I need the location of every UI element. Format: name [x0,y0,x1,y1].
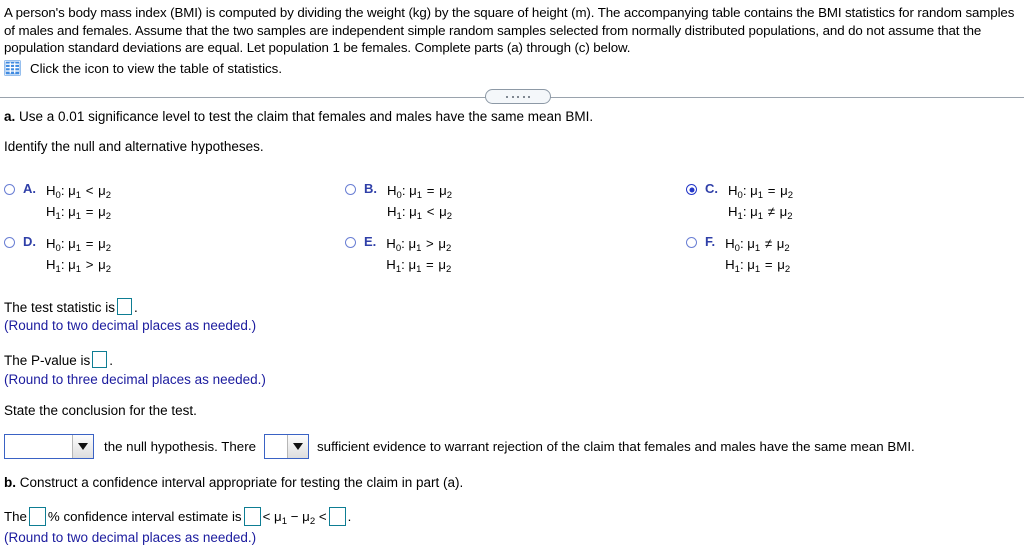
radio-option-e[interactable] [345,237,356,248]
conclusion-text-mid: the null hypothesis. There [104,439,257,454]
option-a-body: H0: μ1 < μ2 H1: μ1 = μ2 [46,183,111,222]
test-statistic-row: The test statistic is. [4,298,138,315]
part-a-label: a. [4,109,16,124]
radio-option-c[interactable] [686,184,697,195]
ci-expression: < μ1 − μ2 < [262,509,327,527]
option-e-body: H0: μ1 > μ2 H1: μ1 = μ2 [386,236,452,275]
option-e-alt-rel: = [426,257,434,272]
option-d[interactable]: D. H0: μ1 = μ2 H1: μ1 > μ2 [4,234,111,276]
option-d-null-rel: = [85,236,94,251]
view-table-link-row[interactable]: Click the icon to view the table of stat… [4,60,282,76]
option-b-alt-rel: < [426,204,435,219]
test-statistic-period: . [134,300,138,315]
option-f-body: H0: μ1 ≠ μ2 H1: μ1 = μ2 [725,236,791,275]
view-table-link-text[interactable]: Click the icon to view the table of stat… [30,61,282,76]
conclusion-text-end: sufficient evidence to warrant rejection… [317,439,915,454]
option-f-letter: F. [705,234,716,249]
part-a-instruction: Identify the null and alternative hypoth… [4,139,264,154]
option-c-alt-rel: ≠ [767,204,775,219]
chevron-down-icon[interactable] [287,435,309,458]
option-b-null-rel: = [426,183,435,198]
confidence-interval-row: The % confidence interval estimate is < μ1… [4,507,352,527]
ci-line-start: The [4,509,27,524]
part-a-text: Use a 0.01 significance level to test th… [19,109,594,124]
problem-statement: A person's body mass index (BMI) is comp… [4,5,1015,55]
chevron-down-icon[interactable] [72,435,93,458]
option-a-null-rel: < [85,183,94,198]
radio-option-b[interactable] [345,184,356,195]
conclusion-dropdown-sufficient[interactable] [264,434,310,459]
ci-line-end: . [347,509,352,524]
option-a[interactable]: A. H0: μ1 < μ2 H1: μ1 = μ2 [4,181,111,223]
hypothesis-options-group: A. H0: μ1 < μ2 H1: μ1 = μ2 B. H0: μ1 = μ… [0,178,1024,276]
option-b-letter: B. [364,181,377,196]
table-statistics-icon[interactable] [4,60,21,76]
section-expander-pill[interactable] [485,89,551,104]
option-e-null-rel: > [426,236,434,251]
ci-upper-bound-input[interactable] [328,507,346,526]
p-value-rounding-note: (Round to three decimal places as needed… [4,372,266,387]
option-b[interactable]: B. H0: μ1 = μ2 H1: μ1 < μ2 [345,181,452,223]
radio-option-a[interactable] [4,184,15,195]
p-value-period: . [109,353,114,368]
exercise-page: A person's body mass index (BMI) is comp… [0,0,1024,552]
radio-option-f[interactable] [686,237,697,248]
test-statistic-input[interactable] [117,298,133,315]
conclusion-dropdown-reject[interactable] [4,434,94,459]
part-b-text: Construct a confidence interval appropri… [19,475,464,490]
section-divider [0,88,1024,106]
test-statistic-rounding-note: (Round to two decimal places as needed.) [4,318,257,333]
pill-dot [506,95,508,98]
option-e-letter: E. [364,234,377,249]
p-value-row: The P-value is. [4,351,113,368]
option-f-alt-rel: = [764,257,773,272]
option-d-body: H0: μ1 = μ2 H1: μ1 > μ2 [46,236,111,275]
pill-dot [522,95,525,98]
ci-line-mid: % confidence interval estimate is [47,509,242,524]
option-c[interactable]: C. H0: μ1 = μ2 H1: μ1 ≠ μ2 [686,181,793,223]
option-c-letter: C. [705,181,718,196]
option-c-body: H0: μ1 = μ2 H1: μ1 ≠ μ2 [728,183,793,222]
option-b-body: H0: μ1 = μ2 H1: μ1 < μ2 [387,183,452,222]
option-a-letter: A. [23,181,36,196]
option-f[interactable]: F. H0: μ1 ≠ μ2 H1: μ1 = μ2 [686,234,790,276]
p-value-input[interactable] [92,351,108,368]
option-e[interactable]: E. H0: μ1 > μ2 H1: μ1 = μ2 [345,234,451,276]
ci-lower-bound-input[interactable] [243,507,261,526]
pill-dot [517,95,519,98]
pill-dot [511,95,514,98]
option-d-letter: D. [23,234,36,249]
conclusion-row: the null hypothesis. There sufficient ev… [4,434,915,459]
p-value-label: The P-value is [4,353,91,368]
part-a-prompt: a. Use a 0.01 significance level to test… [4,109,593,124]
pill-dot [528,95,530,98]
test-statistic-label: The test statistic is [4,300,116,315]
option-f-null-rel: ≠ [764,236,773,251]
option-c-null-rel: = [767,183,776,198]
part-b-label: b. [4,475,16,490]
option-d-alt-rel: > [85,257,94,272]
confidence-level-input[interactable] [28,507,46,526]
part-b-rounding-note: (Round to two decimal places as needed.) [4,530,257,545]
radio-option-d[interactable] [4,237,15,248]
part-b-prompt: b. Construct a confidence interval appro… [4,475,463,490]
conclusion-instruction: State the conclusion for the test. [4,403,197,418]
option-a-alt-rel: = [85,204,94,219]
